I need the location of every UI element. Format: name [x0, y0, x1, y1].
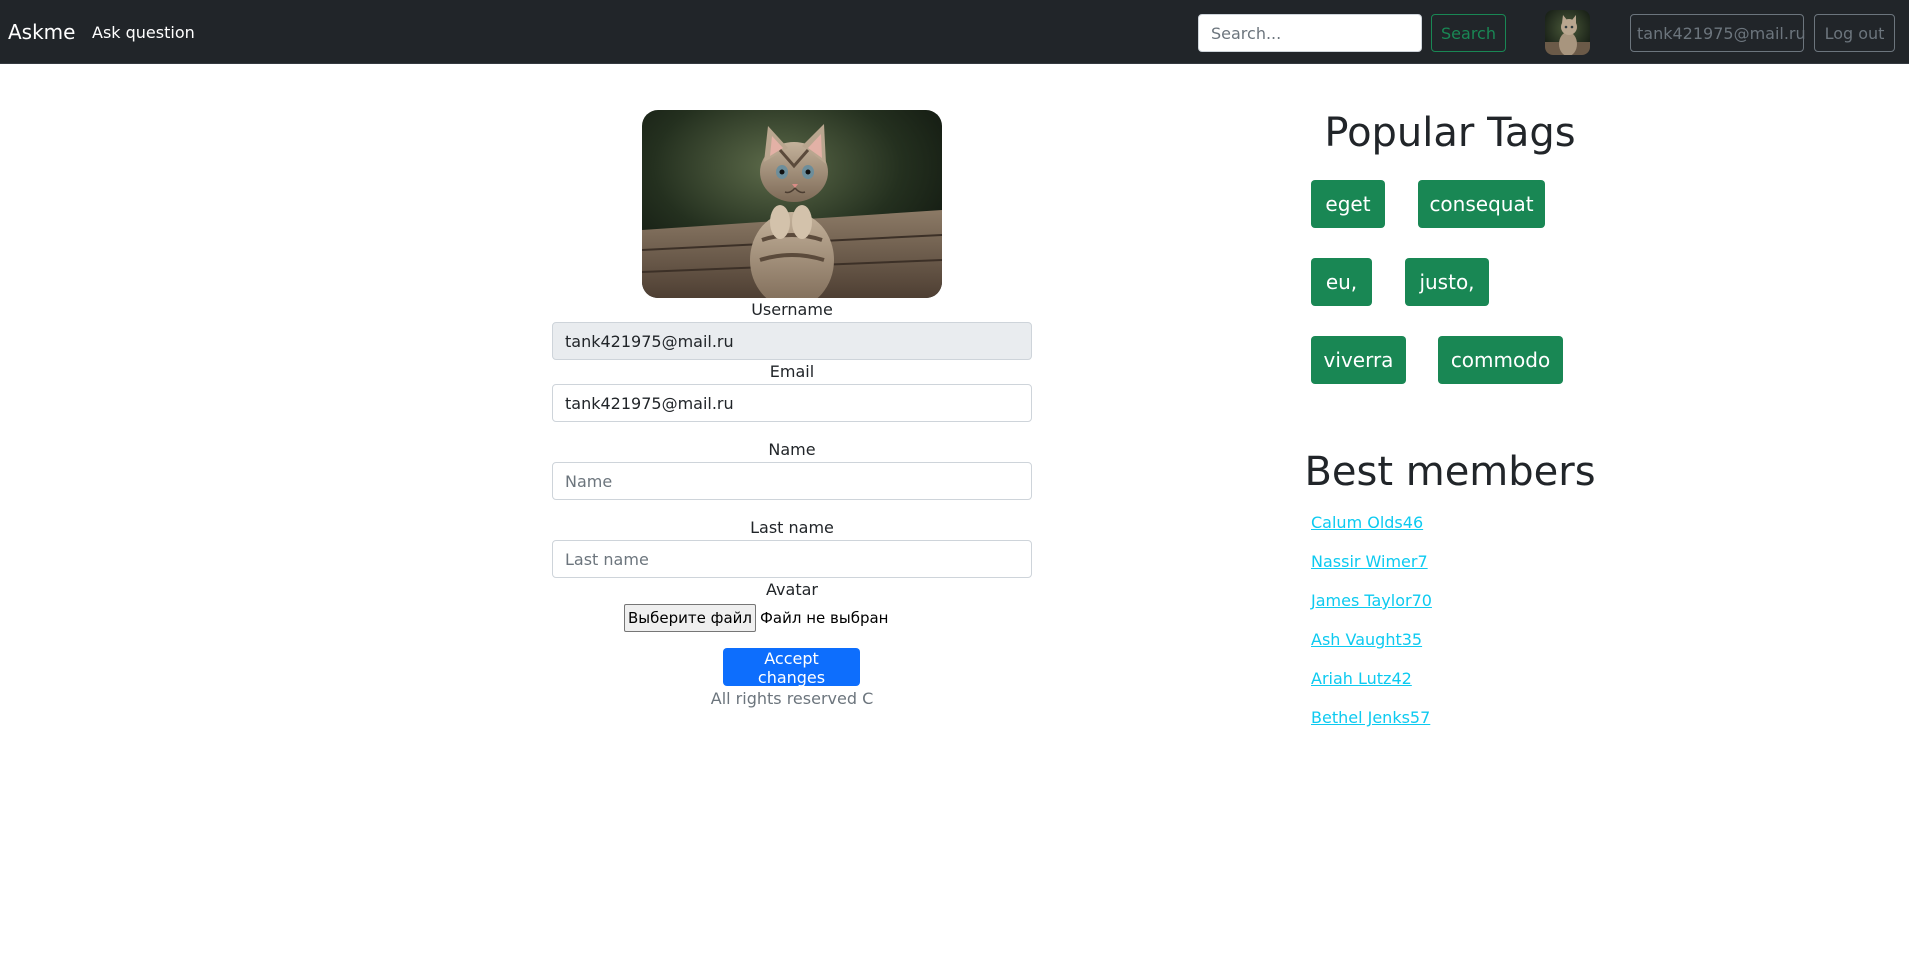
lastname-field[interactable] — [552, 540, 1032, 578]
member-link[interactable]: Calum Olds46 — [1311, 512, 1423, 534]
navbar: Askme Ask question Search tank421975@mai… — [0, 0, 1909, 64]
name-label: Name — [768, 440, 816, 459]
username-field[interactable] — [552, 322, 1032, 360]
popular-tags-title: Popular Tags — [1324, 110, 1576, 156]
file-status-text: Файл не выбран — [760, 609, 889, 627]
avatar-label: Avatar — [766, 580, 818, 599]
name-field[interactable] — [552, 462, 1032, 500]
member-link[interactable]: Bethel Jenks57 — [1311, 707, 1430, 729]
search-input[interactable] — [1198, 14, 1422, 52]
tag-viverra[interactable]: viverra — [1311, 336, 1406, 384]
kitten-photo-icon — [642, 110, 942, 298]
tag-eu[interactable]: eu, — [1311, 258, 1372, 306]
logout-button[interactable]: Log out — [1814, 14, 1895, 52]
tag-eget[interactable]: eget — [1311, 180, 1385, 228]
ask-question-link[interactable]: Ask question — [92, 22, 195, 44]
member-link[interactable]: Ash Vaught35 — [1311, 629, 1422, 651]
best-members-title: Best members — [1304, 449, 1596, 495]
nav-avatar[interactable] — [1545, 10, 1590, 55]
username-label: Username — [751, 300, 833, 319]
tag-consequat[interactable]: consequat — [1418, 180, 1545, 228]
member-link[interactable]: Nassir Wimer7 — [1311, 551, 1428, 573]
tag-commodo[interactable]: commodo — [1438, 336, 1563, 384]
lastname-label: Last name — [750, 518, 834, 537]
search-button[interactable]: Search — [1431, 14, 1506, 52]
tag-justo[interactable]: justo, — [1405, 258, 1489, 306]
brand-link[interactable]: Askme — [8, 18, 75, 46]
footer-text: All rights reserved C — [710, 689, 874, 708]
user-profile-button[interactable]: tank421975@mail.ru — [1630, 14, 1806, 52]
member-link[interactable]: James Taylor70 — [1311, 590, 1432, 612]
accept-changes-button[interactable]: Accept changes — [723, 648, 860, 687]
email-field[interactable] — [552, 384, 1032, 422]
kitten-avatar-icon — [1545, 10, 1590, 55]
choose-file-button[interactable]: Выберите файл — [624, 604, 756, 632]
member-link[interactable]: Ariah Lutz42 — [1311, 668, 1412, 690]
email-label: Email — [769, 362, 815, 381]
profile-avatar-image — [642, 110, 942, 298]
